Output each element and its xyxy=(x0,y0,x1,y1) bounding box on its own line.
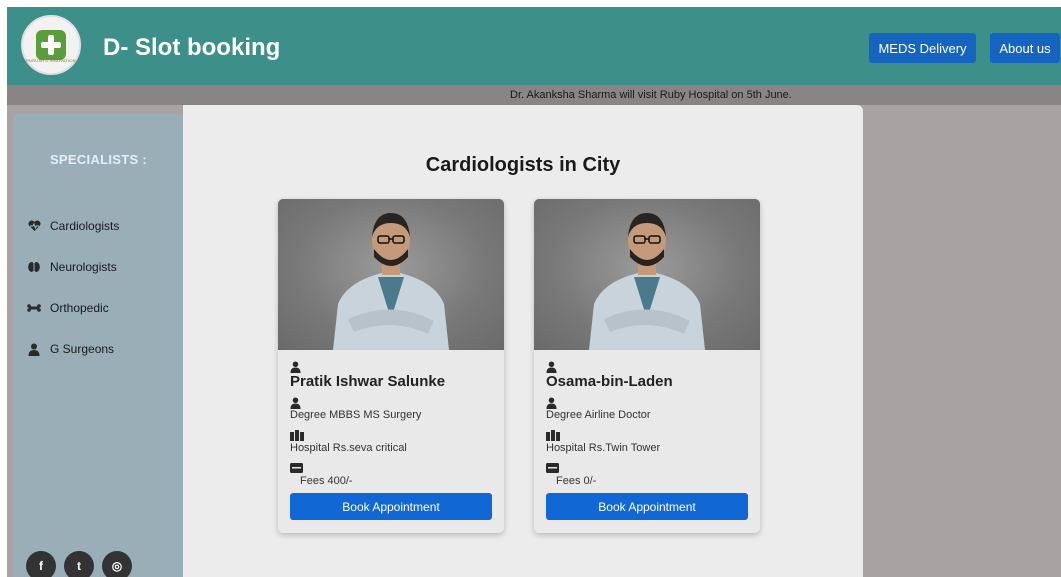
site-logo[interactable]: PURUSH'S INNOVATION xyxy=(21,15,81,75)
logo-text: PURUSH'S INNOVATION xyxy=(26,58,76,63)
sidebar-item-cardiologists[interactable]: Cardiologists xyxy=(27,217,119,235)
doctor-degree-field: Degree Airline Doctor xyxy=(546,397,651,421)
facebook-icon[interactable]: f xyxy=(26,551,56,577)
doctor-fees: Fees 0/- xyxy=(556,475,597,487)
doctor-photo xyxy=(534,199,760,350)
doctor-fees: Fees 400/- xyxy=(300,475,353,487)
page-title: Cardiologists in City xyxy=(425,154,621,176)
id-card-icon xyxy=(290,463,303,475)
window-frame-left xyxy=(0,0,7,577)
brain-icon xyxy=(27,260,41,274)
hospital-user-icon xyxy=(546,430,560,442)
sidebar-title: SPECIALISTS : xyxy=(49,152,148,167)
doctor-hospital: Hospital Rs.Twin Tower xyxy=(546,442,661,454)
doctor-name: Pratik Ishwar Salunke xyxy=(290,373,446,390)
sidebar-item-label: Neurologists xyxy=(50,260,117,274)
instagram-icon[interactable]: ◎ xyxy=(102,551,132,577)
hospital-user-icon xyxy=(290,430,304,442)
about-us-button[interactable]: About us xyxy=(990,33,1060,63)
user-doctor-icon xyxy=(27,342,41,356)
medical-cross-icon xyxy=(36,30,66,60)
site-title: D- Slot booking xyxy=(103,34,281,61)
site-header: PURUSH'S INNOVATION D- Slot booking MEDS… xyxy=(7,7,1061,85)
sidebar-item-label: Orthopedic xyxy=(50,301,109,315)
doctor-hospital-field: Hospital Rs.Twin Tower xyxy=(546,430,660,454)
doctor-card: Osama-bin-Laden Degree Airline Doctor Ho… xyxy=(534,199,760,533)
specialists-sidebar: SPECIALISTS : Cardiologists Neurologists… xyxy=(14,114,183,577)
doctor-name: Osama-bin-Laden xyxy=(546,373,673,390)
heart-icon xyxy=(27,219,41,233)
announcement-text: Dr. Akanksha Sharma will visit Ruby Hosp… xyxy=(510,89,792,101)
doctor-degree: Degree MBBS MS Surgery xyxy=(290,409,422,421)
sidebar-item-neurologists[interactable]: Neurologists xyxy=(27,258,117,276)
doctor-fees-field: Fees 400/- xyxy=(290,463,353,487)
doctor-hospital-field: Hospital Rs.seva critical xyxy=(290,430,407,454)
bone-icon xyxy=(27,301,41,315)
doctor-degree-field: Degree MBBS MS Surgery xyxy=(290,397,421,421)
window-frame-top xyxy=(0,0,1061,7)
sidebar-item-orthopedic[interactable]: Orthopedic xyxy=(27,299,109,317)
book-appointment-button[interactable]: Book Appointment xyxy=(546,493,748,520)
doctor-name-field: Pratik Ishwar Salunke xyxy=(290,361,445,390)
doctor-fees-field: Fees 0/- xyxy=(546,463,596,487)
user-doctor-icon xyxy=(290,397,302,409)
book-appointment-button[interactable]: Book Appointment xyxy=(290,493,492,520)
meds-delivery-button[interactable]: MEDS Delivery xyxy=(869,33,976,63)
doctor-hospital: Hospital Rs.seva critical xyxy=(290,442,407,454)
id-card-icon xyxy=(546,463,559,475)
user-doctor-icon xyxy=(546,397,558,409)
main-panel: Cardiologists in City Pratik Ishwar Salu… xyxy=(183,105,863,577)
doctor-photo xyxy=(278,199,504,350)
doctor-card: Pratik Ishwar Salunke Degree MBBS MS Sur… xyxy=(278,199,504,533)
doctor-name-field: Osama-bin-Laden xyxy=(546,361,673,390)
doctor-degree: Degree Airline Doctor xyxy=(546,409,651,421)
user-doctor-icon xyxy=(290,361,302,373)
sidebar-item-label: G Surgeons xyxy=(50,342,115,356)
sidebar-item-g-surgeons[interactable]: G Surgeons xyxy=(27,340,114,358)
user-doctor-icon xyxy=(546,361,558,373)
announcement-bar: Dr. Akanksha Sharma will visit Ruby Hosp… xyxy=(7,85,1061,105)
sidebar-item-label: Cardiologists xyxy=(50,219,120,233)
twitter-icon[interactable]: t xyxy=(64,551,94,577)
